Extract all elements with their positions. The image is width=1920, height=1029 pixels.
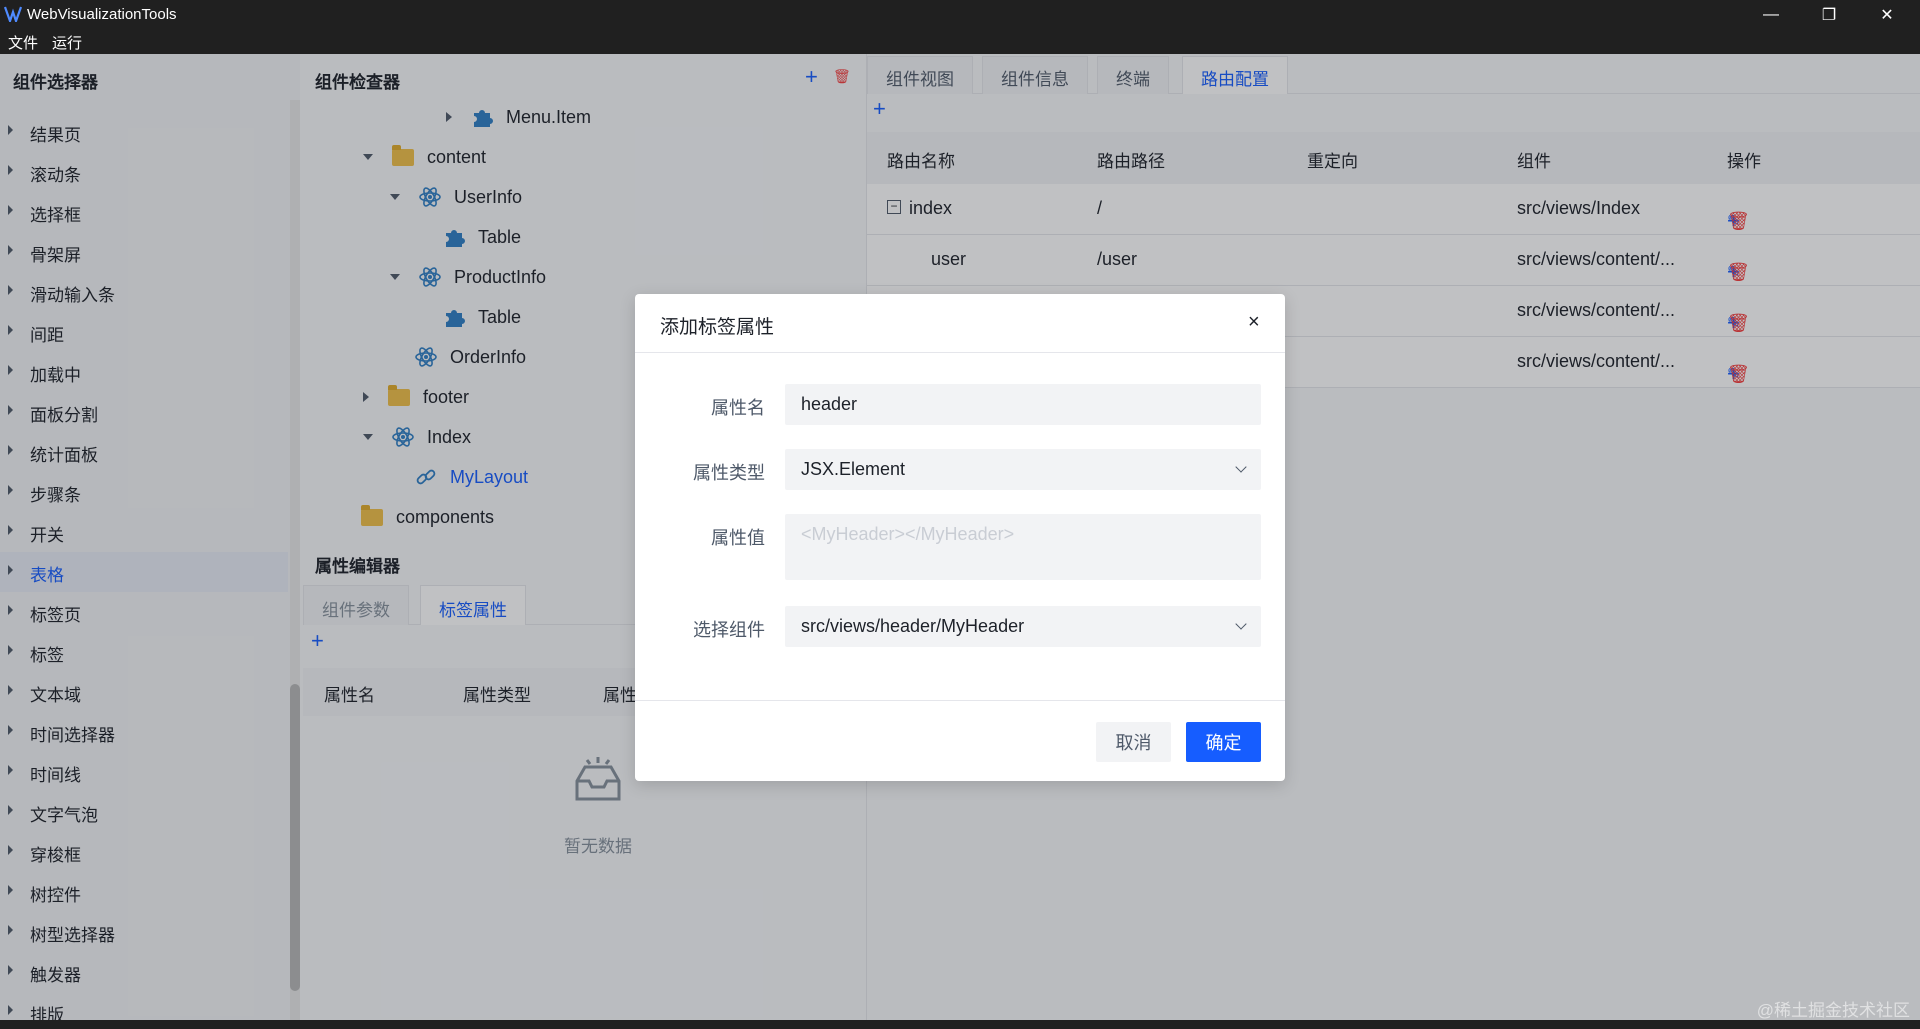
window-title: WebVisualizationTools	[27, 6, 177, 23]
watermark: @稀土掘金技术社区	[1756, 1001, 1910, 1020]
component-select-value: src/views/header/MyHeader	[801, 616, 1025, 636]
app-logo-icon	[3, 6, 23, 26]
attribute-type-select[interactable]: JSX.Element	[785, 449, 1261, 490]
attribute-type-value: JSX.Element	[801, 459, 906, 479]
attribute-value-label: 属性值	[711, 528, 765, 548]
chevron-down-icon	[1235, 618, 1247, 630]
add-tag-attribute-dialog: 添加标签属性 × 属性名 header 属性类型 JSX.Element 属性值…	[635, 294, 1285, 781]
restore-button[interactable]: ❐	[1800, 0, 1858, 29]
chevron-down-icon	[1235, 461, 1247, 473]
component-select[interactable]: src/views/header/MyHeader	[785, 606, 1261, 647]
menu-bar: 文件 运行	[0, 29, 1920, 54]
cancel-button[interactable]: 取消	[1096, 722, 1171, 762]
dialog-header: 添加标签属性 ×	[635, 294, 1285, 353]
title-bar: WebVisualizationTools — ❐ ✕	[0, 0, 1920, 29]
bottom-bar	[0, 1020, 1920, 1029]
dialog-title: 添加标签属性	[660, 317, 775, 338]
menu-run[interactable]: 运行	[52, 32, 82, 53]
close-window-button[interactable]: ✕	[1858, 0, 1916, 29]
confirm-button[interactable]: 确定	[1186, 722, 1261, 762]
attribute-value-textarea[interactable]: <MyHeader></MyHeader>	[785, 514, 1261, 580]
close-icon[interactable]: ×	[1248, 311, 1260, 334]
attribute-type-label: 属性类型	[693, 463, 765, 483]
dialog-footer: 取消 确定	[635, 700, 1285, 781]
attribute-name-input[interactable]: header	[785, 384, 1261, 425]
minimize-button[interactable]: —	[1742, 0, 1800, 29]
attribute-name-label: 属性名	[711, 398, 765, 418]
select-component-label: 选择组件	[693, 620, 765, 640]
menu-file[interactable]: 文件	[8, 32, 38, 53]
